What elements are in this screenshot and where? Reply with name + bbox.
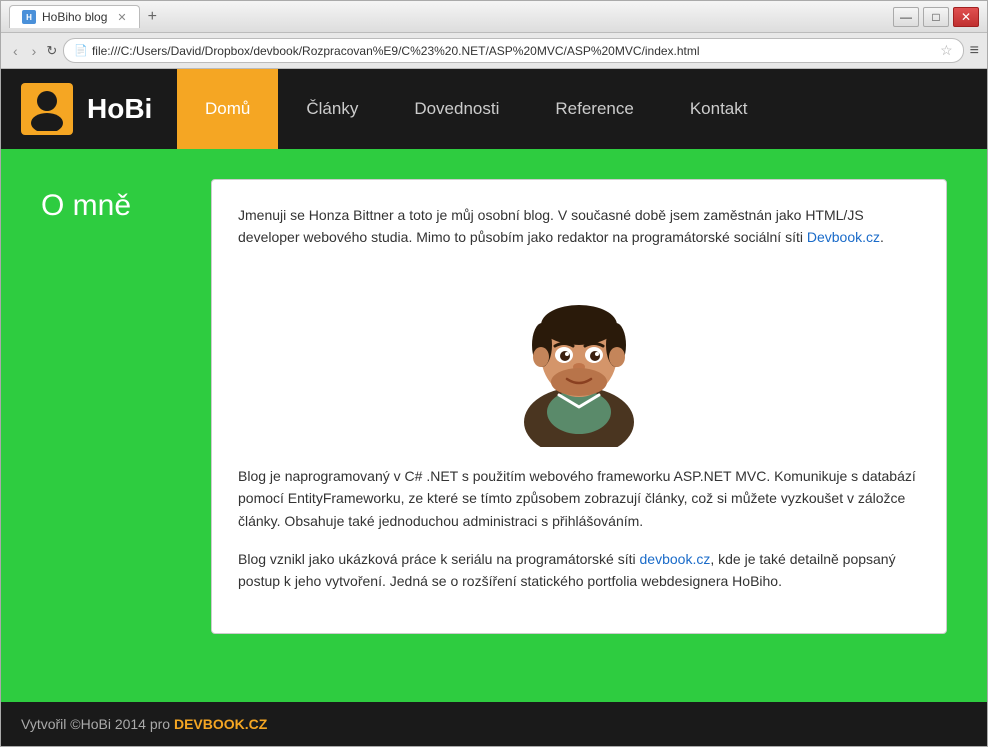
address-bar: ‹ › ↻ 📄 file:///C:/Users/David/Dropbox/d… [1, 33, 987, 69]
site-navigation: HoBi Domů Články Dovednosti Reference Ko… [1, 69, 987, 149]
close-button[interactable]: ✕ [953, 7, 979, 27]
refresh-button[interactable]: ↻ [46, 43, 57, 59]
tab-title: HoBiho blog [42, 10, 107, 24]
intro-text-start: Jmenuji se Honza Bittner a toto je můj o… [238, 207, 864, 245]
website-content: HoBi Domů Články Dovednosti Reference Ko… [1, 69, 987, 746]
site-avatar-icon [21, 83, 73, 135]
cartoon-avatar-image [504, 267, 654, 447]
site-logo-area: HoBi [21, 83, 167, 135]
back-button[interactable]: ‹ [9, 41, 22, 61]
intro-paragraph: Jmenuji se Honza Bittner a toto je můj o… [238, 204, 920, 249]
tab-favicon: H [22, 10, 36, 24]
bookmark-star-icon[interactable]: ☆ [940, 42, 953, 59]
content-box: Jmenuji se Honza Bittner a toto je můj o… [211, 179, 947, 634]
browser-tab[interactable]: H HoBiho blog ✕ [9, 5, 140, 28]
site-title: HoBi [87, 93, 167, 125]
nav-item-kontakt[interactable]: Kontakt [662, 69, 776, 149]
maximize-button[interactable]: □ [923, 7, 949, 27]
url-file-icon: 📄 [74, 44, 88, 57]
nav-items: Domů Články Dovednosti Reference Kontakt [177, 69, 775, 149]
nav-item-reference[interactable]: Reference [527, 69, 661, 149]
nav-item-dovednosti[interactable]: Dovednosti [386, 69, 527, 149]
browser-menu-button[interactable]: ≡ [970, 42, 979, 60]
site-footer: Vytvořil ©HoBi 2014 pro DEVBOOK.CZ [1, 702, 987, 746]
section-title: O mně [41, 179, 181, 223]
nav-item-domu[interactable]: Domů [177, 69, 278, 149]
url-bar[interactable]: 📄 file:///C:/Users/David/Dropbox/devbook… [63, 38, 963, 63]
new-tab-button[interactable]: + [144, 8, 161, 26]
footer-devbook-link[interactable]: DEVBOOK.CZ [174, 716, 267, 732]
devbook-link-intro[interactable]: Devbook.cz [807, 229, 880, 245]
avatar-container [238, 267, 920, 447]
window-controls: — □ ✕ [893, 7, 979, 27]
nav-item-clanky[interactable]: Články [278, 69, 386, 149]
footer-text: Vytvořil ©HoBi 2014 pro DEVBOOK.CZ [21, 716, 267, 732]
minimize-button[interactable]: — [893, 7, 919, 27]
url-text: file:///C:/Users/David/Dropbox/devbook/R… [92, 44, 936, 58]
title-bar: H HoBiho blog ✕ + — □ ✕ [1, 1, 987, 33]
blog-paragraph-2: Blog vznikl jako ukázková práce k seriál… [238, 548, 920, 593]
devbook-link-main[interactable]: devbook.cz [640, 551, 711, 567]
blog-paragraph-1: Blog je naprogramovaný v C# .NET s použi… [238, 465, 920, 532]
forward-button[interactable]: › [28, 41, 41, 61]
main-content-area: O mně Jmenuji se Honza Bittner a toto je… [1, 149, 987, 702]
tab-close-btn[interactable]: ✕ [117, 11, 126, 24]
intro-text-end: . [880, 229, 884, 245]
